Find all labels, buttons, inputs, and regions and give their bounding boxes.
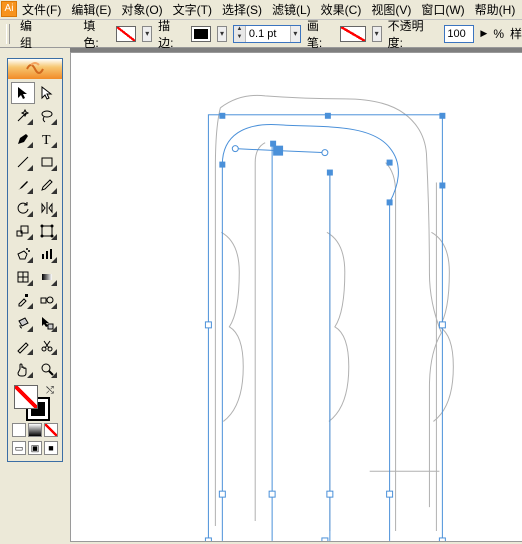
- screen-mode-full-menu-icon[interactable]: ▣: [28, 441, 42, 455]
- stroke-label: 描边:: [158, 17, 185, 51]
- type-tool-icon[interactable]: T: [36, 128, 60, 150]
- style-label: 样: [510, 25, 522, 42]
- pencil-tool-icon[interactable]: [36, 174, 60, 196]
- toolbox-header[interactable]: [8, 59, 62, 79]
- magic-wand-tool-icon[interactable]: [11, 105, 35, 127]
- none-mode-icon[interactable]: [44, 423, 58, 437]
- brush-label: 画笔:: [307, 17, 334, 51]
- stroke-weight-dropdown[interactable]: [290, 26, 300, 42]
- menu-help[interactable]: 帮助(H): [471, 0, 520, 20]
- live-paint-selection-tool-icon[interactable]: [36, 312, 60, 334]
- brush-swatch[interactable]: [340, 26, 366, 42]
- grip-handle[interactable]: [6, 24, 10, 44]
- rotate-tool-icon[interactable]: [11, 197, 35, 219]
- lasso-tool-icon[interactable]: [36, 105, 60, 127]
- workspace: [70, 48, 522, 539]
- gradient-tool-icon[interactable]: [36, 266, 60, 288]
- hand-tool-icon[interactable]: [11, 358, 35, 380]
- fill-dropdown[interactable]: [142, 26, 152, 42]
- opacity-suffix: %: [493, 27, 504, 41]
- opacity-label: 不透明度:: [388, 17, 439, 51]
- zoom-tool-icon[interactable]: [36, 358, 60, 380]
- color-mode-icon[interactable]: [12, 423, 26, 437]
- menu-bar: 文件(F) 编辑(E) 对象(O) 文字(T) 选择(S) 滤镜(L) 效果(C…: [0, 0, 522, 20]
- scissors-tool-icon[interactable]: [36, 335, 60, 357]
- brush-dropdown[interactable]: [372, 26, 382, 42]
- swap-fill-stroke-icon[interactable]: ⤭: [46, 385, 54, 396]
- toolbox: T ⤭: [7, 58, 63, 462]
- stroke-swatch[interactable]: [191, 26, 211, 42]
- menu-select[interactable]: 选择(S): [218, 0, 266, 20]
- direct-selection-tool-icon[interactable]: [36, 82, 60, 104]
- stroke-weight-stepper[interactable]: ▲▼: [233, 25, 301, 43]
- symbol-sprayer-tool-icon[interactable]: [11, 243, 35, 265]
- artwork: [71, 53, 522, 541]
- fill-swatch[interactable]: [116, 26, 136, 42]
- canvas[interactable]: [70, 52, 522, 542]
- line-tool-icon[interactable]: [11, 151, 35, 173]
- graph-tool-icon[interactable]: [36, 243, 60, 265]
- paintbrush-tool-icon[interactable]: [11, 174, 35, 196]
- mesh-tool-icon[interactable]: [11, 266, 35, 288]
- fill-indicator[interactable]: [14, 385, 38, 409]
- fill-stroke-control[interactable]: ⤭: [12, 385, 58, 421]
- rectangle-tool-icon[interactable]: [36, 151, 60, 173]
- slice-tool-icon[interactable]: [11, 335, 35, 357]
- blend-tool-icon[interactable]: [36, 289, 60, 311]
- live-paint-tool-icon[interactable]: [11, 312, 35, 334]
- app-icon: Ai: [1, 1, 17, 17]
- eyedropper-tool-icon[interactable]: [11, 289, 35, 311]
- opacity-arrow[interactable]: ▶: [480, 28, 487, 39]
- screen-mode-normal-icon[interactable]: ▭: [12, 441, 26, 455]
- stroke-dropdown[interactable]: [217, 26, 227, 42]
- free-transform-tool-icon[interactable]: [36, 220, 60, 242]
- svg-text:T: T: [42, 133, 51, 147]
- fill-label: 填色:: [83, 17, 110, 51]
- mode-label: 编组: [20, 17, 44, 51]
- options-bar: 编组 填色: 描边: ▲▼ 画笔: 不透明度: ▶ % 样: [0, 20, 522, 48]
- reflect-tool-icon[interactable]: [36, 197, 60, 219]
- screen-mode-full-icon[interactable]: ■: [44, 441, 58, 455]
- gradient-mode-icon[interactable]: [28, 423, 42, 437]
- stroke-weight-input[interactable]: [246, 26, 290, 42]
- opacity-input[interactable]: [444, 25, 474, 43]
- scale-tool-icon[interactable]: [11, 220, 35, 242]
- pen-tool-icon[interactable]: [11, 128, 35, 150]
- selection-tool-icon[interactable]: [11, 82, 35, 104]
